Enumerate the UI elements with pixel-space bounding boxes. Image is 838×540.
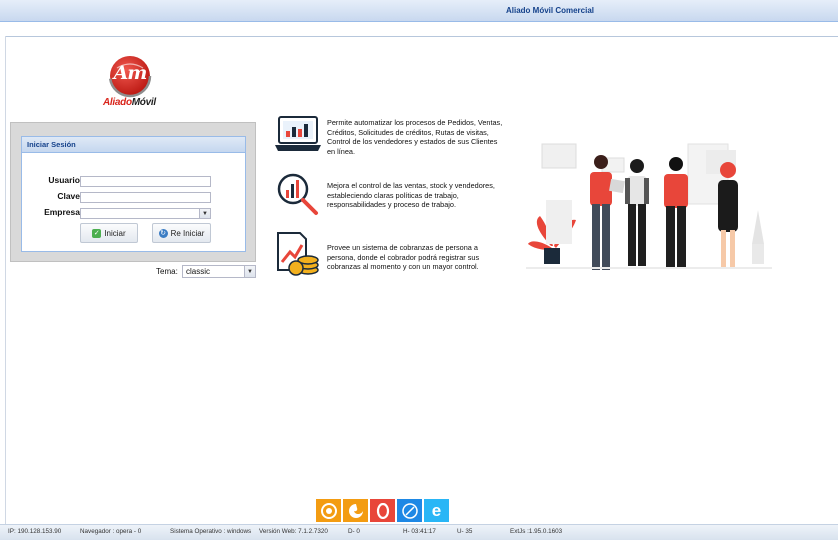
firefox-icon[interactable] — [343, 499, 368, 522]
chrome-icon[interactable] — [316, 499, 341, 522]
logo-text-movil: Móvil — [131, 97, 156, 108]
edge-icon[interactable]: e — [424, 499, 449, 522]
logo-text-aliado: Aliado — [103, 97, 132, 108]
brand-logo: Am AliadoMóvil — [100, 54, 162, 112]
login-button-label: Iniciar — [104, 228, 126, 238]
footer-d: D- 0 — [348, 528, 360, 535]
login-panel: Iniciar Sesión Usuario Clave Empresa ▼ ✓… — [21, 136, 246, 252]
chevron-down-icon[interactable]: ▼ — [244, 266, 255, 277]
theme-combo[interactable]: classic ▼ — [182, 265, 256, 278]
opera-icon[interactable] — [370, 499, 395, 522]
feature-control-text: Mejora el control de las ventas, stock y… — [327, 181, 495, 210]
footer-ip: IP: 190.128.153.90 — [8, 528, 62, 535]
password-input[interactable] — [80, 192, 211, 203]
browser-icons: e — [316, 499, 449, 522]
feature-automation-text: Permite automatizar los procesos de Pedi… — [327, 118, 503, 156]
left-border — [5, 36, 6, 526]
refresh-icon: ↻ — [158, 228, 168, 238]
team-illustration — [526, 143, 772, 270]
footer-browser: Navegador : opera - 0 — [80, 528, 142, 535]
restart-button[interactable]: ↻ Re Iniciar — [152, 223, 211, 243]
footer-extjs: ExtJs :1.95.0.1603 — [510, 528, 563, 535]
theme-label: Tema: — [156, 267, 178, 276]
safari-icon[interactable] — [397, 499, 422, 522]
restart-button-label: Re Iniciar — [170, 228, 205, 238]
company-label: Empresa — [44, 207, 80, 217]
footer-version: Versión Web: 7.1.2.7320 — [259, 528, 328, 535]
theme-value: classic — [186, 267, 211, 276]
window-title: Aliado Móvil Comercial — [505, 6, 595, 15]
check-icon: ✓ — [92, 228, 102, 238]
logo-monogram: Am — [113, 62, 148, 84]
header-divider — [6, 36, 838, 37]
login-panel-title: Iniciar Sesión — [27, 140, 76, 149]
status-bar: IP: 190.128.153.90 Navegador : opera - 0… — [0, 524, 838, 540]
feature-collections-text: Provee un sistema de cobranzas de person… — [327, 243, 480, 272]
user-label: Usuario — [48, 175, 80, 185]
chevron-down-icon[interactable]: ▼ — [199, 209, 210, 218]
footer-users: U- 35 — [457, 528, 473, 535]
magnifier-chart-icon — [277, 173, 318, 215]
login-panel-header: Iniciar Sesión — [22, 137, 245, 153]
footer-os: Sistema Operativo : windows — [170, 528, 252, 535]
footer-time: H- 03:41:17 — [403, 528, 436, 535]
company-combo[interactable]: ▼ — [80, 208, 211, 219]
window-titlebar: Aliado Móvil Comercial — [0, 0, 838, 22]
password-label: Clave — [57, 191, 80, 201]
user-input[interactable] — [80, 176, 211, 187]
laptop-chart-icon — [275, 116, 321, 151]
invoice-coins-icon — [277, 232, 319, 276]
logo-wordmark: AliadoMóvil — [103, 97, 156, 108]
login-button[interactable]: ✓ Iniciar — [80, 223, 138, 243]
